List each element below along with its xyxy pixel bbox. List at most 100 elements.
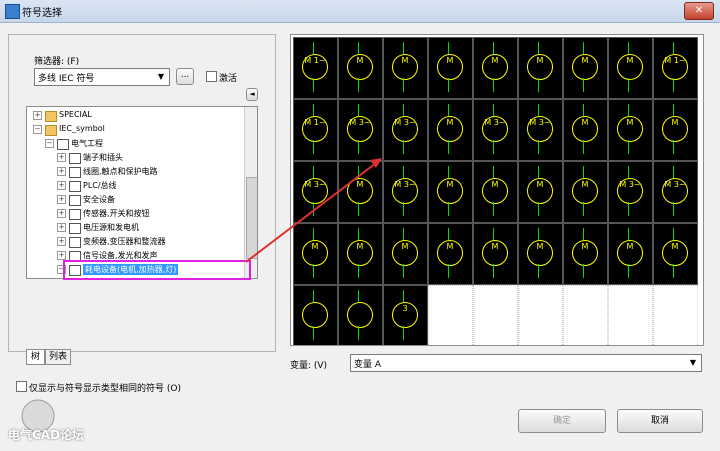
symbol-cell[interactable]: M bbox=[653, 99, 698, 161]
symbol-tree[interactable]: + SPECIAL − IEC_symbol − 电气工程 + 端子和插头 + 线圈,触点和保护电… bbox=[26, 106, 258, 279]
filter-value: 多线 IEC 符号 bbox=[38, 74, 95, 84]
motor-symbol-icon: M bbox=[527, 240, 553, 266]
expand-toggle-icon[interactable]: + bbox=[57, 209, 66, 218]
expand-toggle-icon[interactable]: + bbox=[57, 223, 66, 232]
symbol-cell[interactable]: M bbox=[563, 99, 608, 161]
symbol-cell[interactable]: M 1~ bbox=[293, 99, 338, 161]
symbol-cell[interactable]: M bbox=[428, 99, 473, 161]
symbol-wire bbox=[673, 228, 674, 240]
tree-scrollbar[interactable] bbox=[244, 107, 257, 278]
filter-dropdown[interactable]: 多线 IEC 符号 ▼ bbox=[34, 68, 170, 86]
symbol-wire bbox=[403, 290, 404, 302]
collapse-button[interactable]: ◄ bbox=[246, 88, 258, 101]
symbol-wire bbox=[358, 290, 359, 302]
symbol-wire bbox=[358, 140, 359, 154]
symbol-wire bbox=[358, 264, 359, 278]
motor-symbol-icon: M 3~ bbox=[392, 178, 418, 204]
symbol-cell[interactable]: M bbox=[608, 223, 653, 285]
symbol-cell[interactable]: M bbox=[383, 223, 428, 285]
symbol-wire bbox=[358, 202, 359, 216]
motor-symbol-icon: M bbox=[482, 54, 508, 80]
symbol-cell[interactable]: M bbox=[428, 37, 473, 99]
symbol-wire bbox=[358, 78, 359, 92]
expand-toggle-icon[interactable]: + bbox=[57, 167, 66, 176]
symbol-wire bbox=[403, 202, 404, 216]
symbol-cell[interactable]: M 1~ bbox=[293, 37, 338, 99]
symbol-cell[interactable]: M bbox=[473, 223, 518, 285]
symbol-wire bbox=[493, 264, 494, 278]
symbol-cell[interactable]: M bbox=[563, 223, 608, 285]
symbol-cell[interactable]: M bbox=[383, 37, 428, 99]
document-icon bbox=[69, 167, 81, 178]
symbol-cell[interactable]: M bbox=[518, 161, 563, 223]
symbol-wire bbox=[628, 104, 629, 116]
motor-symbol-icon bbox=[347, 302, 373, 328]
symbol-cell[interactable]: M bbox=[428, 161, 473, 223]
symbol-cell[interactable]: M 3~ bbox=[383, 161, 428, 223]
symbol-cell[interactable]: M bbox=[518, 223, 563, 285]
activate-label: 激活 bbox=[219, 74, 238, 84]
symbol-wire bbox=[628, 78, 629, 92]
symbol-cell[interactable]: M bbox=[473, 161, 518, 223]
ok-button[interactable]: 确定 bbox=[518, 409, 606, 433]
expand-toggle-icon[interactable]: + bbox=[57, 153, 66, 162]
symbol-wire bbox=[313, 104, 314, 116]
symbol-wire bbox=[628, 166, 629, 178]
symbol-cell[interactable]: M 3~ bbox=[518, 99, 563, 161]
expand-toggle-icon[interactable]: + bbox=[57, 251, 66, 260]
symbol-cell[interactable]: M bbox=[338, 37, 383, 99]
symbol-cell[interactable]: M bbox=[338, 223, 383, 285]
tree-item-label: 安全设备 bbox=[83, 195, 115, 204]
symbol-cell[interactable]: M bbox=[518, 37, 563, 99]
symbol-cell[interactable]: M 3~ bbox=[473, 99, 518, 161]
symbol-wire bbox=[403, 78, 404, 92]
scrollbar-thumb[interactable] bbox=[246, 177, 257, 259]
symbol-cell[interactable]: M 3~ bbox=[293, 161, 338, 223]
symbol-cell[interactable]: M bbox=[473, 37, 518, 99]
symbol-cell[interactable]: M 1~ bbox=[653, 37, 698, 99]
motor-symbol-icon: M bbox=[617, 116, 643, 142]
symbol-cell[interactable]: M bbox=[563, 37, 608, 99]
expand-toggle-icon[interactable]: − bbox=[45, 139, 54, 148]
motor-symbol-icon: M bbox=[347, 178, 373, 204]
symbol-cell[interactable]: M 3~ bbox=[653, 161, 698, 223]
symbol-wire bbox=[313, 140, 314, 154]
expand-toggle-icon[interactable]: − bbox=[33, 125, 42, 134]
motor-symbol-icon: M bbox=[572, 54, 598, 80]
variant-dropdown[interactable]: 变量 A ▼ bbox=[350, 354, 702, 372]
symbol-wire bbox=[448, 228, 449, 240]
empty-symbol-cell bbox=[653, 285, 698, 345]
symbol-cell[interactable]: M bbox=[428, 223, 473, 285]
symbol-cell[interactable]: M bbox=[293, 223, 338, 285]
expand-toggle-icon[interactable]: + bbox=[57, 195, 66, 204]
symbol-wire bbox=[403, 166, 404, 178]
expand-toggle-icon[interactable]: + bbox=[33, 111, 42, 120]
symbol-cell[interactable] bbox=[293, 285, 338, 345]
expand-toggle-icon[interactable]: + bbox=[57, 237, 66, 246]
symbol-cell[interactable]: M 3~ bbox=[608, 161, 653, 223]
close-button[interactable]: ✕ bbox=[684, 2, 714, 20]
filter-browse-button[interactable]: ... bbox=[176, 68, 194, 85]
symbol-cell[interactable]: M 3~ bbox=[383, 99, 428, 161]
symbol-grid[interactable]: M 1~ M M M M M M M M 1~ M 1~ M 3~ M 3~ M M 3~ M 3~ M M M M… bbox=[290, 34, 704, 346]
symbol-cell[interactable]: M bbox=[608, 37, 653, 99]
activate-checkbox[interactable] bbox=[206, 71, 217, 82]
symbol-cell[interactable]: M 3~ bbox=[338, 99, 383, 161]
symbol-wire bbox=[628, 202, 629, 216]
expand-toggle-icon[interactable]: + bbox=[57, 181, 66, 190]
symbol-wire bbox=[583, 166, 584, 178]
symbol-cell[interactable]: 3 bbox=[383, 285, 428, 345]
cancel-button[interactable]: 取消 bbox=[617, 409, 703, 433]
tab-list[interactable]: 列表 bbox=[45, 349, 71, 365]
symbol-wire bbox=[628, 140, 629, 154]
symbol-wire bbox=[673, 264, 674, 278]
symbol-wire bbox=[673, 166, 674, 178]
document-icon bbox=[69, 209, 81, 220]
symbol-cell[interactable]: M bbox=[563, 161, 608, 223]
watermark-text: 电气CAD论坛 bbox=[8, 428, 85, 442]
symbol-cell[interactable] bbox=[338, 285, 383, 345]
symbol-cell[interactable]: M bbox=[338, 161, 383, 223]
symbol-cell[interactable]: M bbox=[608, 99, 653, 161]
tab-tree[interactable]: 树 bbox=[26, 349, 45, 365]
symbol-cell[interactable]: M bbox=[653, 223, 698, 285]
